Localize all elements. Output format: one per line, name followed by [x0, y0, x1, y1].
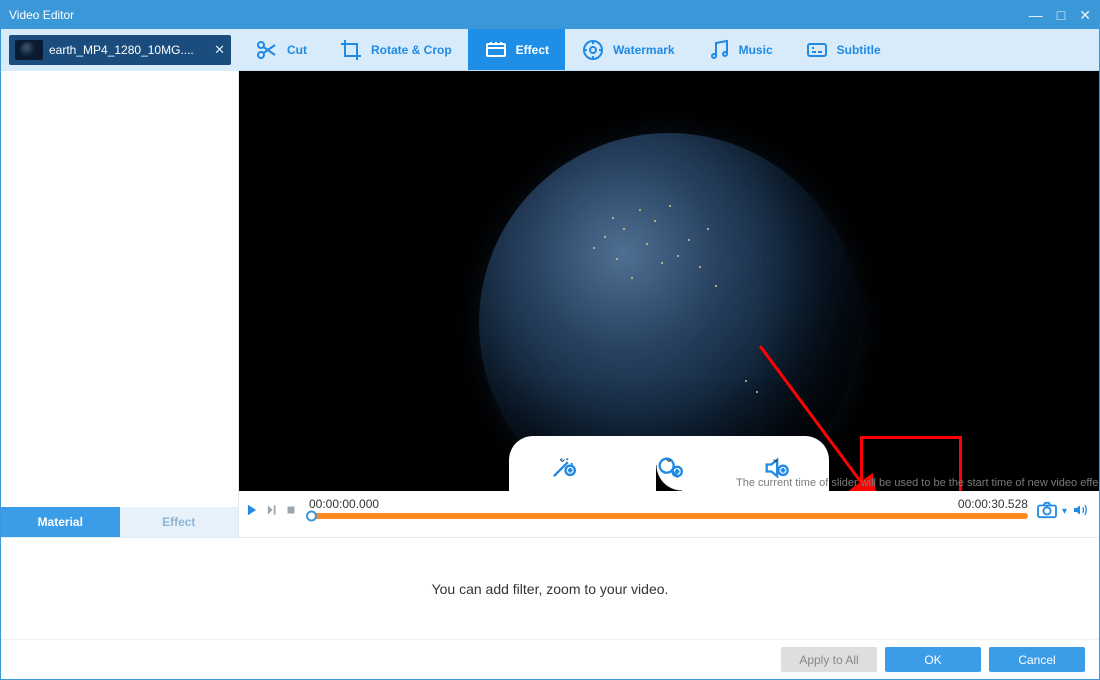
titlebar: Video Editor — □ ✕	[1, 1, 1099, 29]
preview-tools: ▾	[1036, 501, 1089, 522]
app-window: Video Editor — □ ✕ earth_MP4_1280_10MG..…	[0, 0, 1100, 680]
tab-effect-label: Effect	[516, 43, 549, 57]
timeline-times: 00:00:00.000 00:00:30.528	[309, 497, 1028, 511]
timeline-row: 00:00:00.000 00:00:30.528 ▾	[239, 491, 1099, 527]
window-controls: — □ ✕	[1029, 7, 1091, 24]
main-row: Material Effect	[1, 71, 1099, 537]
chevron-down-icon: ⌄	[558, 452, 567, 465]
play-icon[interactable]	[245, 503, 259, 520]
apply-to-all-button[interactable]: Apply to All	[781, 647, 877, 672]
timecode-current: 00:00:00.000	[309, 497, 379, 511]
bottom-panel: You can add filter, zoom to your video. …	[1, 537, 1099, 679]
close-icon[interactable]: ✕	[1079, 7, 1091, 24]
tab-music-label: Music	[739, 43, 773, 57]
action-bar-hint: The current time of slider will be used …	[728, 477, 1099, 489]
effect-icon	[484, 38, 508, 62]
bottom-message: You can add filter, zoom to your video.	[1, 538, 1099, 639]
tab-music[interactable]: Music	[691, 29, 789, 70]
playback-controls	[245, 503, 301, 520]
file-thumbnail-icon	[15, 40, 43, 60]
add-filter-button[interactable]: ⌄	[532, 454, 592, 485]
maximize-icon[interactable]: □	[1057, 7, 1065, 23]
chevron-down-icon: ⌄	[664, 452, 673, 465]
sidebar-tab-material[interactable]: Material	[1, 507, 120, 537]
main-toolbar: Cut Rotate & Crop Effect Watermark	[239, 29, 1099, 71]
snapshot-icon[interactable]	[1036, 501, 1058, 522]
timecode-total: 00:00:30.528	[958, 497, 1028, 511]
stage: ⌄ ⌄ ⌄ Add Zoom Effect The current time o…	[239, 71, 1099, 537]
crop-icon	[339, 38, 363, 62]
window-title: Video Editor	[9, 8, 74, 22]
snapshot-chevron-icon[interactable]: ▾	[1062, 506, 1067, 517]
watermark-icon	[581, 38, 605, 62]
file-name: earth_MP4_1280_10MG....	[49, 43, 208, 57]
music-icon	[707, 38, 731, 62]
tab-subtitle[interactable]: Subtitle	[789, 29, 897, 70]
timeline-knob[interactable]	[306, 511, 317, 522]
cancel-button[interactable]: Cancel	[989, 647, 1085, 672]
file-tab[interactable]: earth_MP4_1280_10MG.... ✕	[9, 35, 231, 65]
tab-rotate-crop-label: Rotate & Crop	[371, 43, 452, 57]
volume-toggle-icon[interactable]	[1071, 502, 1089, 521]
add-zoom-button[interactable]: ⌄	[639, 454, 699, 485]
footer-buttons: Apply to All OK Cancel	[1, 639, 1099, 679]
sidebar-content	[1, 71, 238, 507]
video-preview[interactable]: ⌄ ⌄ ⌄ Add Zoom Effect The current time o…	[239, 71, 1099, 491]
sidebar: Material Effect	[1, 71, 239, 537]
tab-subtitle-label: Subtitle	[837, 43, 881, 57]
top-row: earth_MP4_1280_10MG.... ✕ Cut Rotate & C…	[1, 29, 1099, 71]
tab-cut-label: Cut	[287, 43, 307, 57]
minimize-icon[interactable]: —	[1029, 7, 1043, 23]
sidebar-tabs: Material Effect	[1, 507, 238, 537]
stop-icon[interactable]	[285, 504, 297, 519]
file-close-icon[interactable]: ✕	[214, 42, 225, 58]
tab-watermark-label: Watermark	[613, 43, 675, 57]
timeline-track[interactable]	[309, 513, 1028, 519]
tab-watermark[interactable]: Watermark	[565, 29, 691, 70]
subtitle-icon	[805, 38, 829, 62]
file-tab-area: earth_MP4_1280_10MG.... ✕	[1, 29, 239, 71]
tab-effect[interactable]: Effect	[468, 29, 565, 70]
tab-rotate-crop[interactable]: Rotate & Crop	[323, 29, 468, 70]
ok-button[interactable]: OK	[885, 647, 981, 672]
scissors-icon	[255, 38, 279, 62]
sidebar-tab-effect[interactable]: Effect	[120, 507, 239, 537]
step-forward-icon[interactable]	[265, 503, 279, 520]
timeline[interactable]: 00:00:00.000 00:00:30.528	[309, 497, 1028, 525]
tab-cut[interactable]: Cut	[239, 29, 323, 70]
